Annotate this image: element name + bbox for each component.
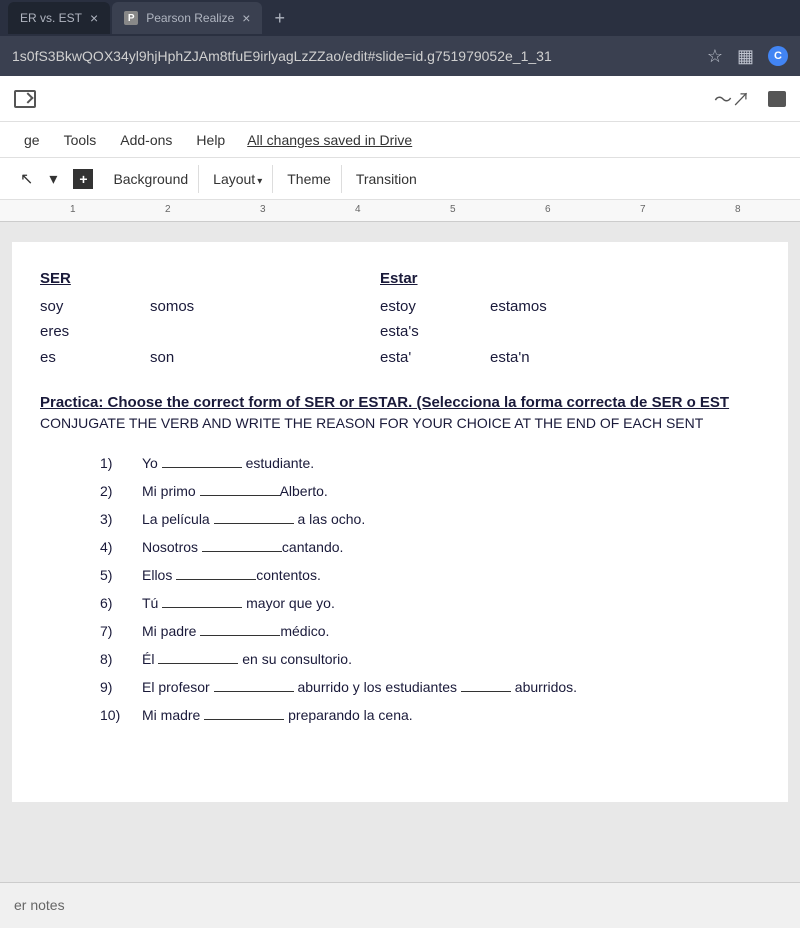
estar-table: Estar estoy estamos esta's esta' esta'n [380, 266, 547, 370]
tab-label: ER vs. EST [20, 11, 82, 25]
ruler-tick: 5 [450, 204, 456, 215]
site-icon: P [124, 11, 138, 25]
conj-cell: son [150, 345, 200, 371]
dropdown-icon[interactable]: ▾ [43, 165, 63, 193]
url-bar: 1s0fS3BkwQOX34yl9hjHphZJAm8tfuE9irlyagLz… [0, 36, 800, 76]
theme-button[interactable]: Theme [277, 165, 342, 193]
exercise-item: 3)La película a las ocho. [100, 505, 760, 533]
blank [214, 678, 294, 692]
exercise-item: 6)Tú mayor que yo. [100, 589, 760, 617]
extension-badge[interactable]: C [768, 46, 788, 66]
ser-header: SER [40, 266, 200, 292]
practica-title: Practica: Choose the correct form of SER… [40, 394, 760, 411]
exercise-item: 7)Mi padre médico. [100, 617, 760, 645]
conj-cell: estamos [490, 294, 547, 320]
conjugation-tables: SER soy somos eres es son Estar estoy estam… [40, 266, 760, 370]
blank [200, 622, 280, 636]
exercise-item: 10)Mi madre preparando la cena. [100, 701, 760, 729]
ruler-tick: 4 [355, 204, 361, 215]
ruler-tick: 7 [640, 204, 646, 215]
toolbar: ↖ ▾ + Background Layout▾ Theme Transitio… [0, 158, 800, 200]
practica-subtitle: CONJUGATE THE VERB AND WRITE THE REASON … [40, 415, 760, 431]
layout-label: Layout [213, 171, 255, 187]
conj-cell: esta's [380, 319, 430, 345]
ruler-tick: 8 [735, 204, 741, 215]
extension-icon[interactable]: ▦ [737, 46, 754, 67]
ruler: 1 2 3 4 5 6 7 8 [0, 200, 800, 222]
menubar: ge Tools Add-ons Help All changes saved … [0, 122, 800, 158]
ser-table: SER soy somos eres es son [40, 266, 200, 370]
conj-cell: esta' [380, 345, 430, 371]
slide-area: SER soy somos eres es son Estar estoy estam… [0, 222, 800, 928]
conj-cell [490, 319, 540, 345]
ruler-tick: 3 [260, 204, 266, 215]
transition-button[interactable]: Transition [346, 165, 427, 193]
bookmark-icon[interactable]: ☆ [707, 46, 723, 67]
background-button[interactable]: Background [103, 165, 199, 193]
blank [214, 510, 294, 524]
tab-ser-vs-est[interactable]: ER vs. EST × [8, 2, 110, 34]
blank [204, 706, 284, 720]
ruler-tick: 2 [165, 204, 171, 215]
menu-addons[interactable]: Add-ons [110, 126, 182, 154]
close-icon[interactable]: × [90, 10, 98, 26]
blank [162, 594, 242, 608]
blank [162, 454, 242, 468]
conj-cell: es [40, 345, 90, 371]
layout-button[interactable]: Layout▾ [203, 165, 273, 193]
notes-label: er notes [14, 897, 65, 913]
conj-cell: eres [40, 319, 90, 345]
present-icon[interactable] [14, 90, 36, 108]
app-area: 〜↗ ge Tools Add-ons Help All changes sav… [0, 76, 800, 928]
exercise-item: 5)Ellos contentos. [100, 561, 760, 589]
browser-tabs: ER vs. EST × P Pearson Realize × + [0, 0, 800, 36]
conj-cell: soy [40, 294, 90, 320]
tab-pearson-realize[interactable]: P Pearson Realize × [112, 2, 262, 34]
new-tab-button[interactable]: + [264, 4, 295, 33]
exercise-item: 8)Él en su consultorio. [100, 645, 760, 673]
menu-tools[interactable]: Tools [54, 126, 107, 154]
blank [176, 566, 256, 580]
exercise-item: 9)El profesor aburrido y los estudiantes… [100, 673, 760, 701]
blank [200, 482, 280, 496]
estar-header: Estar [380, 266, 547, 292]
activity-icon[interactable]: 〜↗ [714, 86, 750, 112]
ruler-tick: 1 [70, 204, 76, 215]
save-status[interactable]: All changes saved in Drive [247, 132, 412, 148]
menu-help[interactable]: Help [186, 126, 235, 154]
url-input[interactable]: 1s0fS3BkwQOX34yl9hjHphZJAm8tfuE9irlyagLz… [12, 48, 697, 64]
close-icon[interactable]: × [242, 10, 250, 26]
exercise-list: 1)Yo estudiante. 2)Mi primo Alberto. 3)L… [40, 449, 760, 729]
tab-label: Pearson Realize [146, 11, 234, 25]
exercise-item: 4)Nosotros cantando. [100, 533, 760, 561]
conj-cell: estoy [380, 294, 430, 320]
cursor-tool[interactable]: ↖ [14, 165, 39, 193]
speaker-notes[interactable]: er notes [0, 882, 800, 928]
exercise-item: 2)Mi primo Alberto. [100, 477, 760, 505]
conj-cell: somos [150, 294, 200, 320]
blank [461, 678, 511, 692]
slide-content[interactable]: SER soy somos eres es son Estar estoy estam… [12, 242, 788, 802]
blank [158, 650, 238, 664]
ruler-tick: 6 [545, 204, 551, 215]
menu-arrange[interactable]: ge [14, 126, 50, 154]
conj-cell [150, 319, 200, 345]
app-header: 〜↗ [0, 76, 800, 122]
new-slide-button[interactable]: + [73, 169, 93, 189]
comments-icon[interactable] [768, 91, 786, 107]
chevron-down-icon: ▾ [257, 176, 262, 187]
blank [202, 538, 282, 552]
conj-cell: esta'n [490, 345, 540, 371]
exercise-item: 1)Yo estudiante. [100, 449, 760, 477]
